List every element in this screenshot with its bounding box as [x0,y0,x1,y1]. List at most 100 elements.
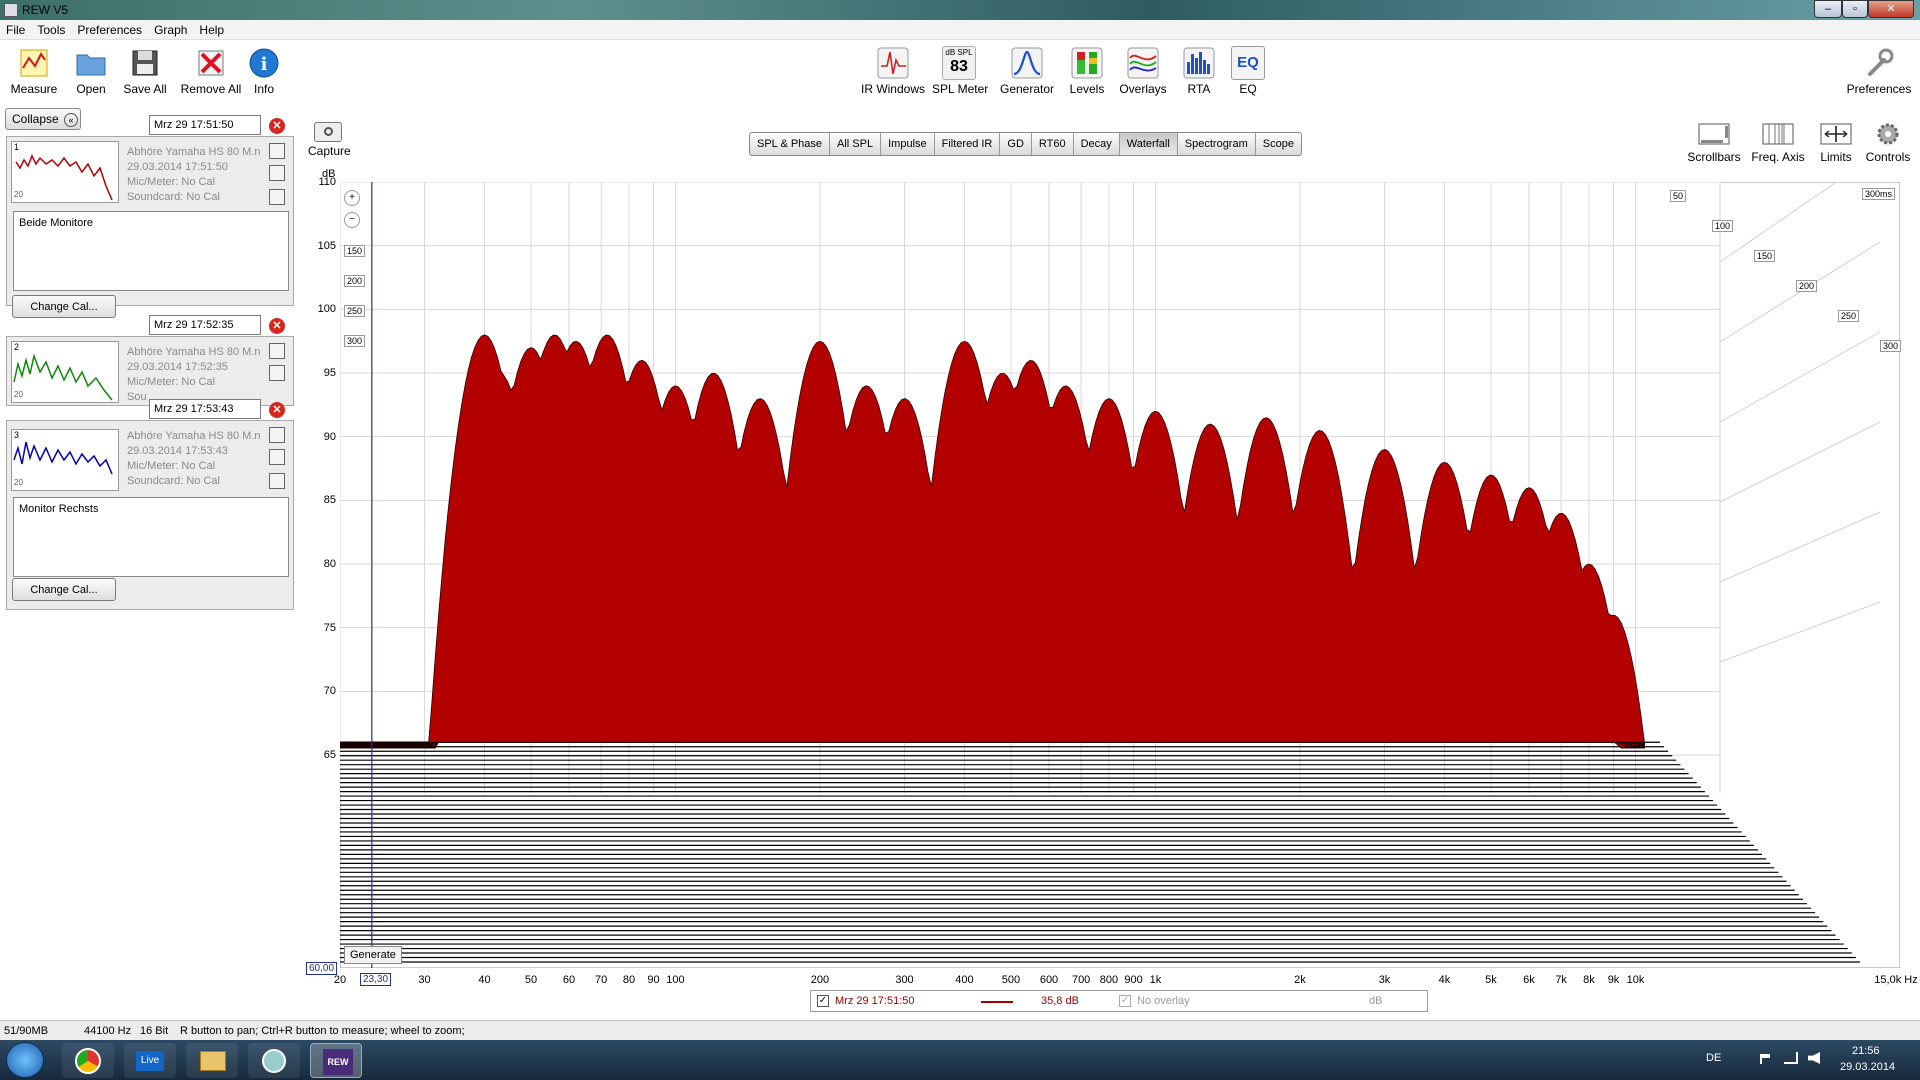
zoom-in-icon[interactable]: + [344,190,360,206]
bit-depth-status: 16 Bit [140,1025,169,1037]
measurement-thumbnail[interactable]: 3 20 [11,429,119,491]
generator-icon [1010,46,1044,80]
media-task-icon[interactable] [248,1043,300,1078]
change-cal-button-3[interactable]: Change Cal... [12,578,116,601]
rew-task-icon[interactable]: REW [310,1043,362,1078]
tab-decay[interactable]: Decay [1074,133,1120,155]
x-tick-label: 2k [1294,974,1306,986]
menu-tools[interactable]: Tools [31,20,71,37]
tab-spectrogram[interactable]: Spectrogram [1178,133,1256,155]
menu-graph[interactable]: Graph [148,20,193,37]
limits-button[interactable]: Limits [1816,120,1856,164]
y-tick-label: 95 [323,366,336,379]
measurement-thumbnail[interactable]: 1 20 [11,141,119,203]
live-task-icon[interactable]: Live [124,1043,176,1078]
waterfall-graph[interactable] [339,61,1901,969]
menu-help[interactable]: Help [193,20,230,37]
measure-button[interactable]: Measure [10,46,58,96]
cal-icon[interactable] [269,449,285,465]
overlay-checkbox[interactable]: ✓ [1119,995,1131,1007]
x-tick-label: 400 [955,974,974,986]
tab-scope[interactable]: Scope [1256,133,1301,155]
cal-icon[interactable] [269,365,285,381]
eq-icon: EQ [1231,46,1265,80]
remove-measurement-icon[interactable]: ✕ [269,118,285,134]
tab-filtered-ir[interactable]: Filtered IR [935,133,1001,155]
save-all-button[interactable]: Save All [122,46,168,96]
measurement-name-field[interactable]: Mrz 29 17:52:35 [149,315,261,335]
scrollbars-button[interactable]: Scrollbars [1686,120,1742,164]
minimize-button[interactable]: – [1814,0,1842,18]
measurement-name-field[interactable]: Mrz 29 17:51:50 [149,115,261,135]
clock-date[interactable]: 29.03.2014 [1840,1061,1895,1073]
y-tick-label: 70 [323,685,336,698]
generator-button[interactable]: Generator [998,46,1056,96]
generate-button[interactable]: Generate [344,946,402,964]
trace-checkbox[interactable]: ✓ [817,995,829,1007]
freq-axis-button[interactable]: Freq. Axis [1748,120,1808,164]
measurement-info: Abhöre Yamaha HS 80 M.n 29.03.2014 17:53… [127,430,261,487]
start-button[interactable] [6,1042,44,1078]
tab-waterfall[interactable]: Waterfall [1119,133,1178,155]
chart-settings-icon[interactable] [269,343,285,359]
overlays-button[interactable]: Overlays [1118,46,1168,96]
menu-preferences[interactable]: Preferences [71,20,148,37]
x-tick-label: 4k [1438,974,1451,986]
language-indicator[interactable]: DE [1706,1052,1721,1064]
save-icon [128,46,162,80]
chart-settings-icon[interactable] [269,427,285,443]
collapse-button[interactable]: Collapse « [5,108,81,130]
tab-impulse[interactable]: Impulse [881,133,935,155]
close-button[interactable]: ✕ [1868,0,1914,18]
z-tick-label-right: 300ms [1862,188,1896,200]
waterfall-canvas[interactable] [339,61,1901,969]
cal-icon[interactable] [269,165,285,181]
main-toolbar: Measure Open Save All Remove All i Info … [0,40,1920,100]
measurement-card-1[interactable]: Mrz 29 17:51:50 ✕ 1 20 Abhöre Yamaha HS … [6,115,294,306]
tab-all-spl[interactable]: All SPL [830,133,882,155]
x-tick-label: 800 [1099,974,1119,986]
info-button[interactable]: i Info [246,46,282,96]
scrollbars-icon [1697,120,1731,148]
preferences-button[interactable]: Preferences [1844,46,1914,96]
ir-windows-button[interactable]: IR Windows [860,46,926,96]
info-panel-icon[interactable] [269,189,285,205]
x-tick-label: 30 [418,974,431,986]
clock-time[interactable]: 21:56 [1852,1045,1880,1057]
zoom-out-icon[interactable]: − [344,212,360,228]
eq-button[interactable]: EQ EQ [1230,46,1266,96]
info-panel-icon[interactable] [269,473,285,489]
remove-measurement-icon[interactable]: ✕ [269,402,285,418]
explorer-task-icon[interactable] [186,1043,238,1078]
measurement-thumbnail[interactable]: 2 20 [11,341,119,403]
tab-spl-phase[interactable]: SPL & Phase [750,133,831,155]
remove-measurement-icon[interactable]: ✕ [269,318,285,334]
open-button[interactable]: Open [68,46,114,96]
measurement-notes[interactable]: Beide Monitore [13,211,289,291]
volume-icon[interactable] [1808,1052,1820,1064]
levels-button[interactable]: Levels [1066,46,1108,96]
controls-button[interactable]: Controls [1862,120,1914,164]
maximize-button[interactable]: ▫ [1842,0,1868,18]
menu-file[interactable]: File [0,20,31,37]
remove-all-button[interactable]: Remove All [180,46,242,96]
menu-bar: File Tools Preferences Graph Help [0,20,1920,40]
rta-button[interactable]: RTA [1180,46,1218,96]
tab-gd[interactable]: GD [1000,133,1032,155]
legend-unit: dB [1369,995,1383,1007]
flag-icon[interactable] [1760,1054,1770,1064]
tab-rt60[interactable]: RT60 [1032,133,1074,155]
measure-icon [17,46,51,80]
network-icon[interactable] [1784,1052,1798,1064]
x-tick-label: 40 [478,974,491,986]
spl-meter-button[interactable]: dB SPL 83 SPL Meter [932,46,988,96]
measurement-card-2[interactable]: Mrz 29 17:52:35 ✕ 2 20 Abhöre Yamaha HS … [6,315,294,406]
measurement-notes[interactable]: Monitor Rechsts [13,497,289,577]
measurement-name-field[interactable]: Mrz 29 17:53:43 [149,399,261,419]
chrome-task-icon[interactable] [62,1043,114,1078]
info-icon: i [247,46,281,80]
windows-taskbar: Live REW DE 21:56 29.03.2014 [0,1040,1920,1080]
chart-settings-icon[interactable] [269,143,285,159]
change-cal-button-1[interactable]: Change Cal... [12,295,116,318]
capture-button[interactable]: Capture [308,122,351,158]
